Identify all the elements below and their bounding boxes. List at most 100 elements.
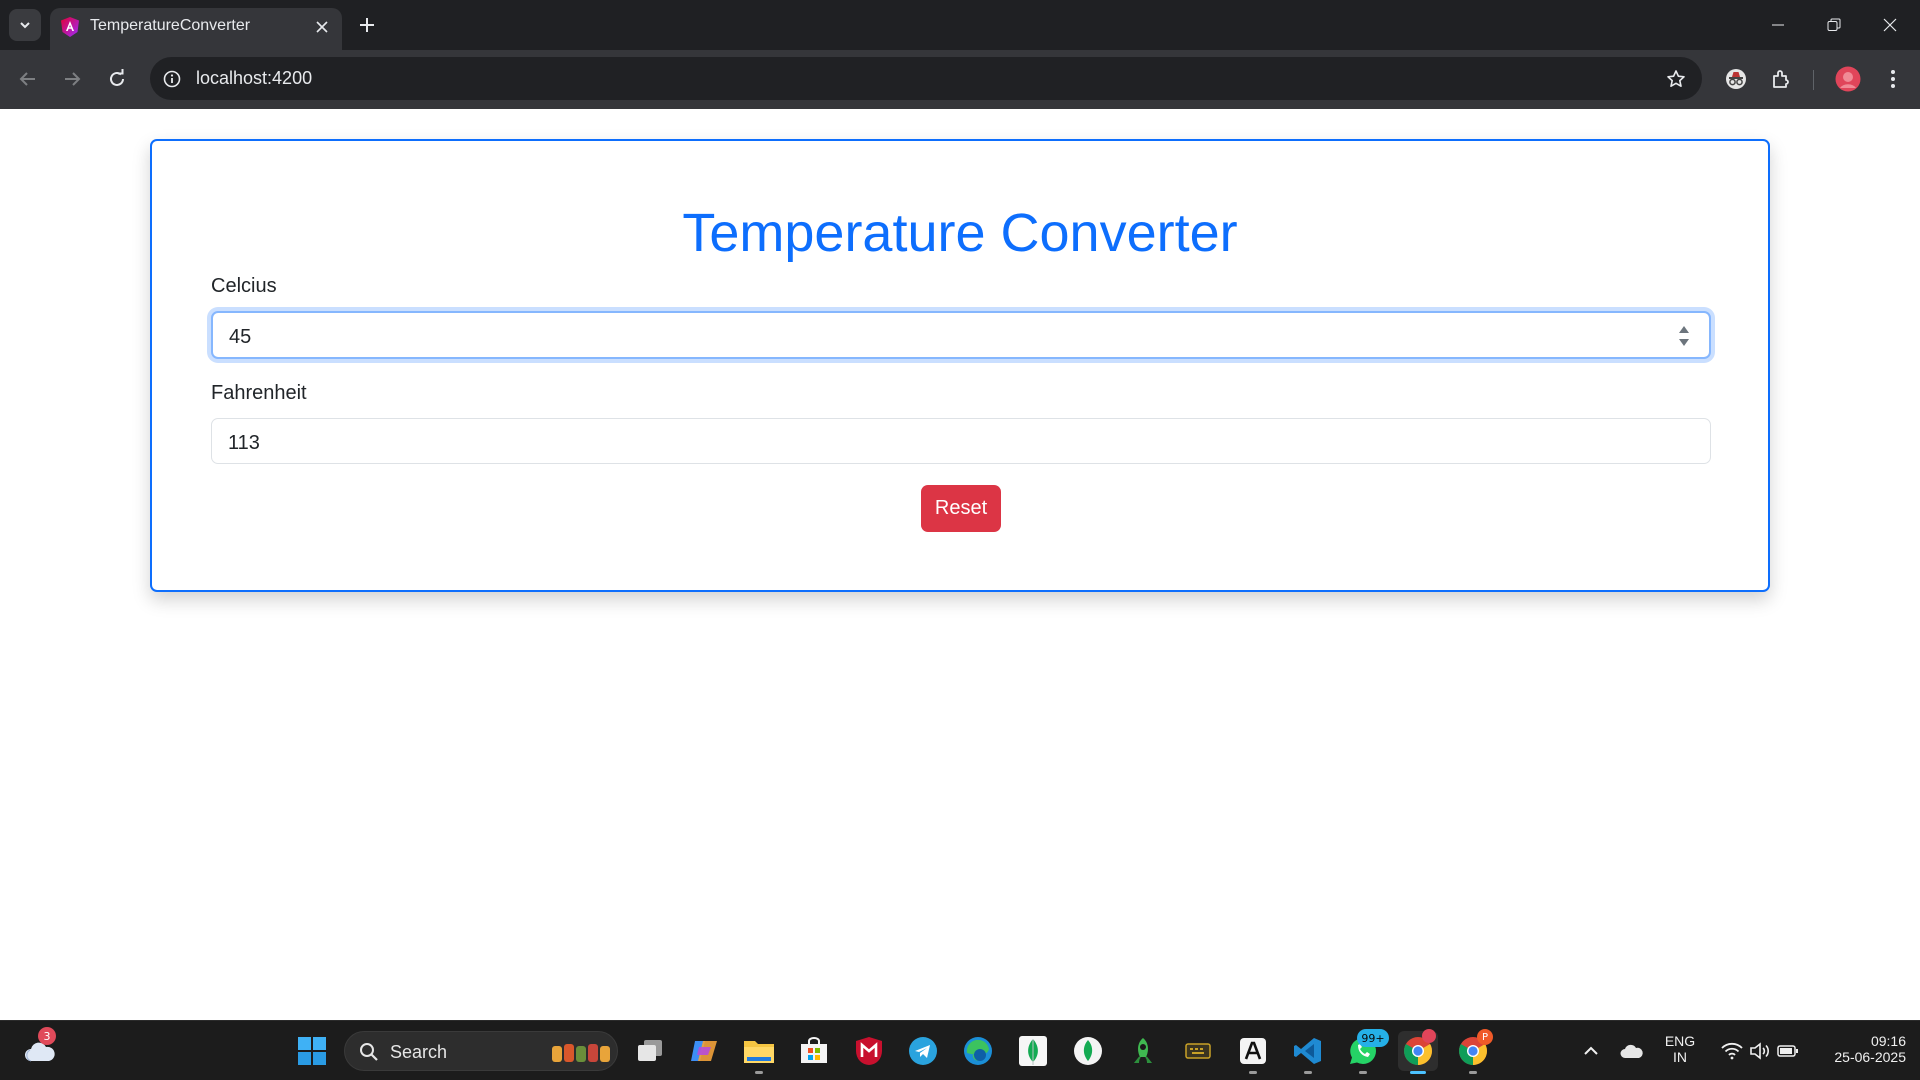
incognito-profile-button[interactable]: [1721, 64, 1751, 94]
browser-tab-bar: TemperatureConverter: [0, 0, 1920, 50]
forward-button[interactable]: [56, 63, 88, 95]
task-view-button[interactable]: [630, 1031, 670, 1071]
copilot-button[interactable]: [684, 1031, 724, 1071]
telegram-icon: [909, 1037, 937, 1065]
vscode-button[interactable]: [1288, 1031, 1328, 1074]
window-close-button[interactable]: [1862, 0, 1918, 50]
tab-temperature-converter[interactable]: TemperatureConverter: [50, 8, 342, 50]
rocket-icon: [1133, 1038, 1153, 1063]
tab-close-button[interactable]: [310, 15, 334, 39]
keyboard-icon: [1185, 1043, 1211, 1059]
windows-start-icon: [298, 1037, 326, 1065]
incognito-icon: [1726, 69, 1746, 89]
font-app-button[interactable]: [1233, 1031, 1273, 1074]
speaker-icon: [1750, 1042, 1769, 1060]
clock-date: 25-06-2025: [1834, 1049, 1906, 1065]
fahrenheit-input[interactable]: 113: [211, 418, 1711, 464]
vscode-icon: [1294, 1038, 1321, 1064]
close-icon: [316, 21, 328, 33]
search-icon: [360, 1043, 378, 1061]
chevron-up-icon: [1584, 1046, 1598, 1055]
site-info-button[interactable]: [160, 67, 184, 91]
minimize-icon: [1772, 24, 1784, 26]
kebab-menu-icon: [1891, 70, 1895, 88]
folder-icon: [744, 1041, 774, 1063]
taskbar-search[interactable]: Search: [344, 1031, 618, 1071]
terminal-app-button[interactable]: [1178, 1031, 1218, 1071]
back-icon: [19, 72, 35, 86]
language-region: IN: [1673, 1049, 1687, 1065]
profile-avatar-icon: [1835, 66, 1861, 92]
mongodb-compass-button[interactable]: [1013, 1031, 1053, 1071]
telegram-button[interactable]: [903, 1031, 943, 1071]
tab-list-icon: [20, 22, 30, 29]
whatsapp-badge: 99+: [1357, 1029, 1389, 1047]
celsius-input[interactable]: 45: [211, 311, 1711, 359]
quick-settings-button[interactable]: [1710, 1031, 1810, 1071]
number-spinner-icon[interactable]: [1677, 322, 1691, 350]
address-url[interactable]: localhost:4200: [196, 68, 312, 89]
mongodb-leaf-icon: [1019, 1036, 1047, 1066]
onedrive-button[interactable]: [1614, 1031, 1650, 1071]
weather-badge: 3: [38, 1027, 56, 1045]
back-button[interactable]: [12, 63, 44, 95]
new-tab-button[interactable]: [352, 10, 382, 40]
restore-button[interactable]: [1806, 0, 1862, 50]
copilot-icon: [691, 1041, 717, 1061]
chrome-profile-button[interactable]: P: [1453, 1029, 1493, 1074]
chrome-menu-button[interactable]: [1878, 64, 1908, 94]
start-button[interactable]: [292, 1031, 332, 1071]
reset-button[interactable]: Reset: [921, 485, 1001, 532]
mcafee-shield-icon: [856, 1037, 882, 1065]
browser-toolbar: localhost:4200: [0, 50, 1920, 109]
fahrenheit-value: 113: [228, 432, 260, 454]
extensions-icon: [1773, 70, 1789, 88]
clock-time: 09:16: [1870, 1033, 1906, 1049]
info-icon: [163, 70, 181, 88]
restore-icon: [1827, 18, 1841, 31]
edge-icon: [964, 1037, 992, 1065]
language-indicator[interactable]: ENG IN: [1656, 1033, 1704, 1065]
weather-widget[interactable]: 3: [20, 1027, 60, 1071]
show-hidden-icons-button[interactable]: [1573, 1031, 1609, 1071]
edge-button[interactable]: [958, 1031, 998, 1071]
mcafee-button[interactable]: [849, 1031, 889, 1071]
battery-icon: [1777, 1045, 1798, 1057]
file-explorer-button[interactable]: [739, 1031, 779, 1074]
mongodb-shell-button[interactable]: [1068, 1031, 1108, 1071]
clock[interactable]: 09:16 25-06-2025: [1812, 1033, 1906, 1065]
text-a-icon: [1240, 1038, 1266, 1064]
profile-avatar-button[interactable]: [1833, 64, 1863, 94]
converter-card: Temperature Converter Celcius 45 Fahrenh…: [150, 139, 1770, 592]
celsius-value: 45: [229, 326, 252, 348]
active-indicator: [1410, 1071, 1426, 1074]
celsius-label: Celcius: [211, 275, 277, 297]
toolbar-separator: [1813, 70, 1814, 90]
microsoft-store-button[interactable]: [794, 1031, 834, 1071]
wifi-icon: [1721, 1042, 1743, 1060]
language-code: ENG: [1664, 1033, 1696, 1049]
address-bar[interactable]: localhost:4200: [150, 57, 1702, 100]
search-highlight-icon: [552, 1044, 610, 1062]
chrome-profile-dot: [1422, 1029, 1436, 1043]
windows-taskbar: 3 Search 99+ P ENG IN 09:16 25-06-2025: [0, 1020, 1920, 1080]
reload-button[interactable]: [101, 63, 133, 95]
running-indicator: [1359, 1071, 1367, 1074]
angular-favicon-icon: [61, 17, 79, 37]
extensions-button[interactable]: [1767, 64, 1797, 94]
tab-title: TemperatureConverter: [90, 17, 251, 34]
mongodb-icon: [1074, 1037, 1102, 1065]
minimize-button[interactable]: [1750, 0, 1806, 50]
page-title: Temperature Converter: [682, 203, 1238, 263]
plus-icon: [360, 18, 374, 32]
tab-list-button[interactable]: [9, 9, 41, 41]
store-icon: [801, 1037, 827, 1063]
task-view-icon: [638, 1040, 662, 1061]
whatsapp-button[interactable]: 99+: [1343, 1029, 1389, 1074]
chrome-button[interactable]: [1398, 1029, 1438, 1074]
chrome-profile-badge: P: [1477, 1029, 1493, 1045]
bookmark-button[interactable]: [1664, 67, 1688, 91]
star-icon: [1667, 70, 1685, 87]
rocket-app-button[interactable]: [1123, 1031, 1163, 1071]
search-label: Search: [390, 1042, 448, 1062]
